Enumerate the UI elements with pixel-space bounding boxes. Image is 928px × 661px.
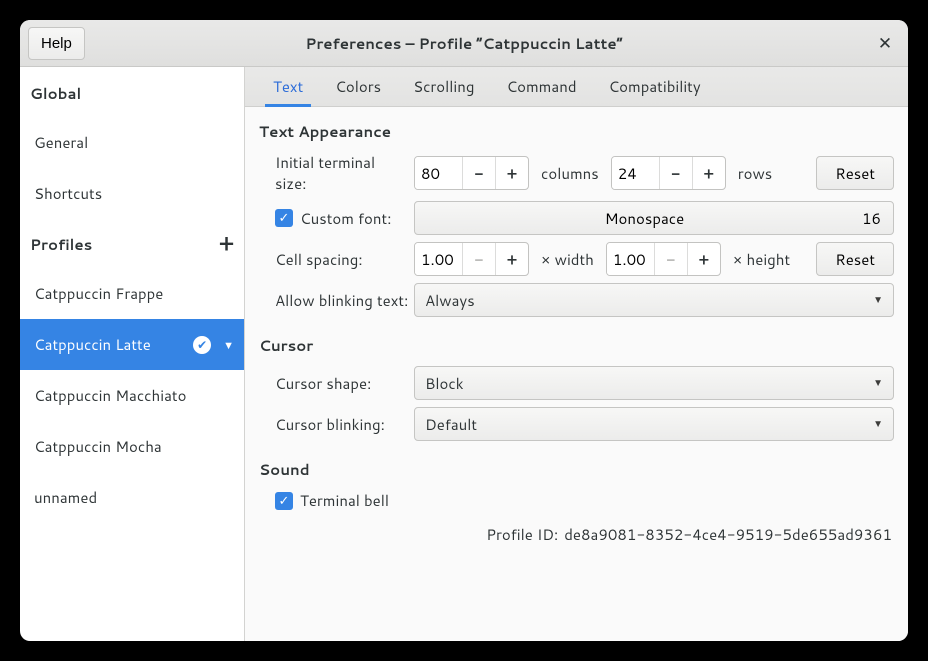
- custom-font-label: Custom font:: [300, 208, 391, 229]
- cursor-shape-label: Cursor shape:: [275, 373, 414, 394]
- cell-height-plus-icon[interactable]: +: [687, 243, 720, 275]
- columns-minus-icon[interactable]: −: [462, 157, 495, 189]
- rows-plus-icon[interactable]: +: [692, 157, 725, 189]
- preferences-window: Help Preferences – Profile “Catppuccin L…: [20, 20, 908, 641]
- reset-size-button[interactable]: Reset: [816, 156, 894, 190]
- sidebar-item-shortcuts[interactable]: Shortcuts: [20, 168, 244, 219]
- custom-font-checkbox-group[interactable]: ✓ Custom font:: [275, 208, 414, 229]
- profile-menu-caret-icon[interactable]: ▼: [223, 337, 234, 353]
- cell-height-unit-label: × height: [729, 249, 794, 270]
- cursor-shape-controls: Block ▼: [414, 366, 894, 400]
- section-title-sound: Sound: [259, 459, 894, 480]
- tabs: Text Colors Scrolling Command Compatibil…: [245, 67, 908, 107]
- titlebar: Help Preferences – Profile “Catppuccin L…: [20, 20, 908, 67]
- window-title: Preferences – Profile “Catppuccin Latte”: [20, 33, 908, 54]
- row-allow-blinking: Allow blinking text: Always ▼: [259, 283, 894, 317]
- cell-width-input[interactable]: [415, 243, 462, 275]
- cursor-blinking-value: Default: [425, 414, 477, 435]
- tab-content: Text Appearance Initial terminal size: −…: [245, 107, 908, 641]
- allow-blinking-select[interactable]: Always ▼: [414, 283, 894, 317]
- main-panel: Text Colors Scrolling Command Compatibil…: [245, 67, 908, 641]
- sidebar-item-profile-latte[interactable]: Catppuccin Latte ✔ ▼: [20, 319, 244, 370]
- cell-width-plus-icon[interactable]: +: [495, 243, 528, 275]
- sidebar-item-label: Catppuccin Latte: [34, 334, 151, 355]
- rows-stepper[interactable]: − +: [611, 156, 726, 190]
- tab-scrolling[interactable]: Scrolling: [397, 67, 490, 106]
- dropdown-icon: ▼: [873, 376, 883, 390]
- cursor-shape-select[interactable]: Block ▼: [414, 366, 894, 400]
- allow-blinking-controls: Always ▼: [414, 283, 894, 317]
- initial-size-controls: − + columns − + rows Reset: [414, 156, 894, 190]
- sidebar-item-profile-frappe[interactable]: Catppuccin Frappe: [20, 268, 244, 319]
- cell-spacing-label: Cell spacing:: [275, 249, 414, 270]
- close-icon[interactable]: ✕: [870, 28, 900, 58]
- rows-input[interactable]: [612, 157, 659, 189]
- active-profile-check-icon: ✔: [193, 336, 211, 354]
- section-title-text-appearance: Text Appearance: [259, 121, 894, 142]
- font-name-label: Monospace: [605, 208, 684, 229]
- cursor-blinking-select[interactable]: Default ▼: [414, 407, 894, 441]
- row-cursor-blinking: Cursor blinking: Default ▼: [259, 407, 894, 441]
- tab-text[interactable]: Text: [257, 67, 319, 106]
- sidebar-item-profile-macchiato[interactable]: Catppuccin Macchiato: [20, 370, 244, 421]
- profile-id-footer: Profile ID: de8a9081-8352-4ce4-9519-5de6…: [259, 518, 894, 549]
- dropdown-icon: ▼: [873, 293, 883, 307]
- sidebar-header-global: Global: [20, 69, 244, 117]
- cell-height-stepper[interactable]: − +: [606, 242, 721, 276]
- tab-compatibility[interactable]: Compatibility: [593, 67, 717, 106]
- rows-unit-label: rows: [734, 163, 777, 184]
- font-size-label: 16: [862, 208, 881, 229]
- custom-font-checkbox[interactable]: ✓: [275, 209, 293, 227]
- cell-spacing-controls: − + × width − + × height Reset: [414, 242, 894, 276]
- cell-height-minus-icon: −: [654, 243, 687, 275]
- dropdown-icon: ▼: [873, 417, 883, 431]
- cursor-shape-value: Block: [425, 373, 464, 394]
- cursor-blinking-controls: Default ▼: [414, 407, 894, 441]
- terminal-bell-checkbox[interactable]: ✓: [275, 492, 293, 510]
- tab-colors[interactable]: Colors: [319, 67, 397, 106]
- allow-blinking-label: Allow blinking text:: [275, 290, 414, 311]
- help-button[interactable]: Help: [28, 27, 85, 60]
- cell-height-input[interactable]: [607, 243, 654, 275]
- cursor-blinking-label: Cursor blinking:: [275, 414, 414, 435]
- tab-command[interactable]: Command: [490, 67, 592, 106]
- row-cell-spacing: Cell spacing: − + × width − +: [259, 242, 894, 276]
- columns-input[interactable]: [415, 157, 462, 189]
- profile-id-label: Profile ID:: [486, 524, 558, 545]
- columns-stepper[interactable]: − +: [414, 156, 529, 190]
- sidebar-item-profile-mocha[interactable]: Catppuccin Mocha: [20, 421, 244, 472]
- profile-id-value: de8a9081-8352-4ce4-9519-5de655ad9361: [564, 524, 892, 545]
- row-custom-font: ✓ Custom font: Monospace 16: [259, 201, 894, 235]
- rows-minus-icon[interactable]: −: [659, 157, 692, 189]
- custom-font-controls: Monospace 16: [414, 201, 894, 235]
- row-cursor-shape: Cursor shape: Block ▼: [259, 366, 894, 400]
- terminal-bell-label: Terminal bell: [300, 490, 389, 511]
- sidebar: Global General Shortcuts Profiles + Catp…: [20, 67, 245, 641]
- terminal-bell-checkbox-group[interactable]: ✓ Terminal bell: [275, 490, 389, 511]
- columns-plus-icon[interactable]: +: [495, 157, 528, 189]
- sidebar-profiles-label: Profiles: [30, 234, 92, 255]
- cell-width-minus-icon: −: [462, 243, 495, 275]
- initial-size-label: Initial terminal size:: [275, 152, 414, 194]
- cell-width-unit-label: × width: [537, 249, 598, 270]
- section-title-cursor: Cursor: [259, 335, 894, 356]
- row-terminal-bell: ✓ Terminal bell: [259, 490, 894, 511]
- font-chooser-button[interactable]: Monospace 16: [414, 201, 894, 235]
- row-initial-size: Initial terminal size: − + columns − +: [259, 152, 894, 194]
- sidebar-item-profile-unnamed[interactable]: unnamed: [20, 472, 244, 523]
- sidebar-header-profiles: Profiles +: [20, 219, 244, 268]
- reset-cell-button[interactable]: Reset: [816, 242, 894, 276]
- columns-unit-label: columns: [537, 163, 603, 184]
- sidebar-item-general[interactable]: General: [20, 117, 244, 168]
- cell-width-stepper[interactable]: − +: [414, 242, 529, 276]
- allow-blinking-value: Always: [425, 290, 475, 311]
- add-profile-icon[interactable]: +: [219, 233, 234, 255]
- body: Global General Shortcuts Profiles + Catp…: [20, 67, 908, 641]
